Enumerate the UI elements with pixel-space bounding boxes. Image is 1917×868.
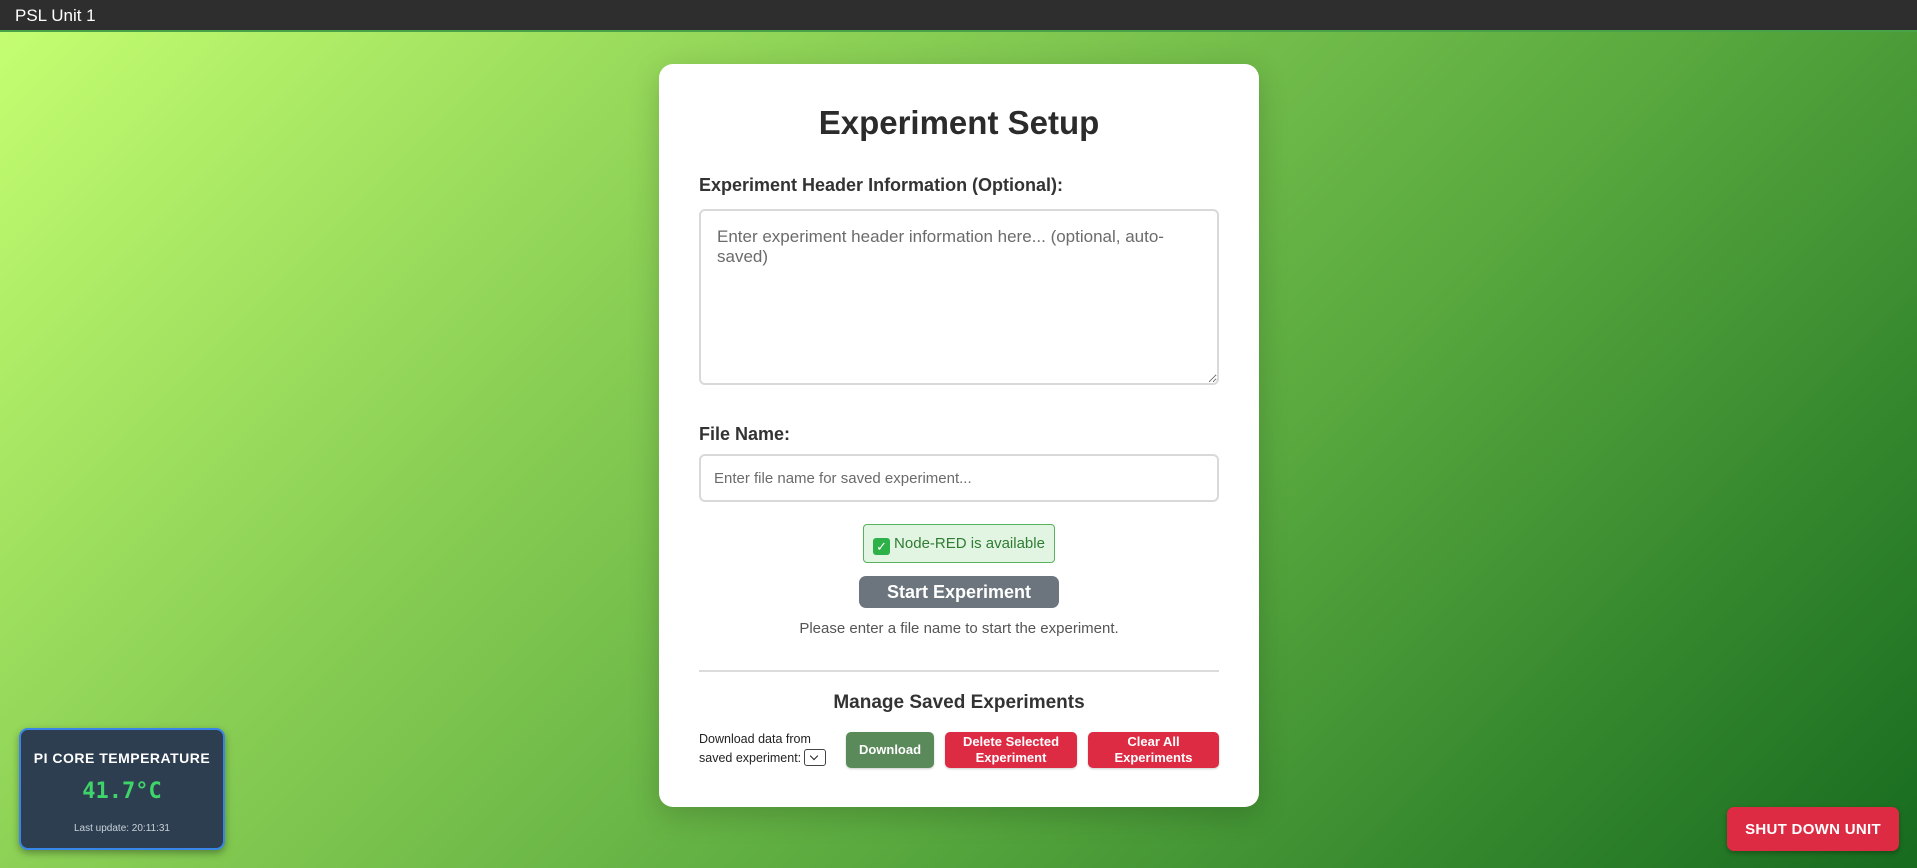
section-divider — [699, 670, 1219, 672]
temperature-value: 41.7°C — [82, 779, 162, 804]
status-text: Node-RED is available — [894, 535, 1045, 552]
header-info-textarea[interactable] — [699, 209, 1219, 385]
app-title: PSL Unit 1 — [15, 6, 96, 25]
temperature-title: PI CORE TEMPERATURE — [33, 750, 211, 766]
check-mark-icon: ✓ — [873, 538, 891, 555]
core-temperature-widget: PI CORE TEMPERATURE 41.7°C Last update: … — [19, 728, 225, 850]
experiment-setup-card: Experiment Setup Experiment Header Infor… — [659, 64, 1259, 807]
manage-section-title: Manage Saved Experiments — [833, 692, 1085, 713]
file-name-input[interactable] — [699, 454, 1219, 502]
download-button[interactable]: Download — [846, 732, 934, 768]
start-experiment-button[interactable]: Start Experiment — [859, 576, 1059, 608]
node-red-status-badge: ✓ Node-RED is available — [863, 524, 1055, 563]
download-label: Download data from saved experiment: — [699, 730, 829, 768]
clear-all-button[interactable]: Clear All Experiments — [1088, 732, 1219, 768]
top-bar: PSL Unit 1 — [0, 0, 1917, 32]
delete-selected-button[interactable]: Delete Selected Experiment — [945, 732, 1077, 768]
page-title: Experiment Setup — [818, 104, 1100, 141]
download-label-text: Download data from saved experiment: — [699, 732, 811, 765]
file-name-label: File Name: — [699, 424, 791, 444]
temperature-last-update: Last update: 20:11:31 — [73, 823, 170, 834]
header-info-label: Experiment Header Information (Optional)… — [699, 175, 1064, 195]
start-hint-text: Please enter a file name to start the ex… — [799, 620, 1119, 637]
saved-experiment-select[interactable] — [804, 749, 827, 766]
shut-down-unit-button[interactable]: SHUT DOWN UNIT — [1727, 807, 1899, 851]
